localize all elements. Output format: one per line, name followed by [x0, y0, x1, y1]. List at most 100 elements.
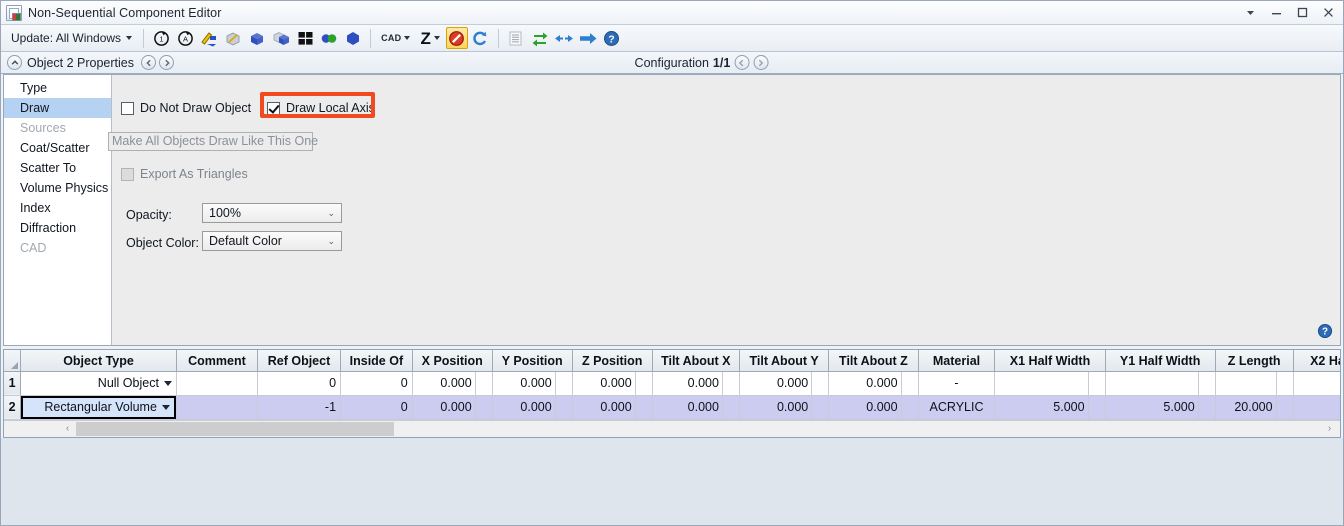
cell-tilt-about-y[interactable]: 0.000: [739, 371, 830, 396]
cell-ref-object[interactable]: -1: [257, 395, 342, 420]
collapse-arrows-icon[interactable]: [553, 27, 575, 49]
cell-tilt-about-x[interactable]: 0.000: [652, 395, 740, 420]
chevron-up-icon[interactable]: [7, 55, 22, 70]
scrollbar-thumb[interactable]: [76, 421, 394, 436]
cad-dropdown-icon[interactable]: CAD: [377, 27, 414, 49]
col-y1-half-width[interactable]: Y1 Half Width: [1105, 350, 1216, 372]
col-z-position[interactable]: Z Position: [572, 350, 653, 372]
chevron-left-icon[interactable]: [141, 55, 156, 70]
sidebar-item-diffraction[interactable]: Diffraction: [4, 218, 111, 238]
window-controls: [1237, 2, 1341, 24]
col-y-position[interactable]: Y Position: [492, 350, 573, 372]
table-row[interactable]: 2 Rectangular Volume -1 0 0.000 0.000 0.…: [4, 395, 1340, 420]
col-object-type[interactable]: Object Type: [20, 350, 177, 372]
cell-material[interactable]: -: [918, 371, 996, 396]
shaded-cube-icon[interactable]: [270, 27, 292, 49]
col-tilt-about-y[interactable]: Tilt About Y: [739, 350, 830, 372]
solid-cube-icon[interactable]: [246, 27, 268, 49]
cell-comment[interactable]: [176, 395, 258, 420]
sidebar-item-coat-scatter[interactable]: Coat/Scatter: [4, 138, 111, 158]
list-icon[interactable]: [505, 27, 527, 49]
hexagon-icon[interactable]: [342, 27, 364, 49]
close-icon[interactable]: [1315, 2, 1341, 24]
sidebar-item-type[interactable]: Type: [4, 78, 111, 98]
sidebar-item-scatter-to[interactable]: Scatter To: [4, 158, 111, 178]
cell-tilt-about-y[interactable]: 0.000: [739, 395, 830, 420]
cell-y1-half-width[interactable]: [1105, 371, 1216, 396]
col-x1-half-width[interactable]: X1 Half Width: [994, 350, 1106, 372]
col-x-position[interactable]: X Position: [412, 350, 493, 372]
object-type-value: Rectangular Volume: [44, 400, 157, 415]
cell-tilt-about-x[interactable]: 0.000: [652, 371, 740, 396]
cell-ref-object[interactable]: 0: [257, 371, 342, 396]
col-material[interactable]: Material: [918, 350, 996, 372]
cell-comment[interactable]: [176, 371, 258, 396]
cell-x2-half-width[interactable]: 5.000: [1293, 395, 1340, 420]
cell-y-position[interactable]: 0.000: [492, 371, 573, 396]
title-bar: Non-Sequential Component Editor: [1, 1, 1343, 25]
opacity-select[interactable]: 100% ⌄: [202, 203, 342, 223]
draw-settings-panel: Do Not Draw Object Draw Local Axis Make …: [108, 75, 1340, 346]
cell-x2-half-width[interactable]: [1293, 371, 1340, 396]
cell-x1-half-width[interactable]: [994, 371, 1106, 396]
minimize-icon[interactable]: [1263, 2, 1289, 24]
cell-z-length[interactable]: 20.000: [1215, 395, 1294, 420]
configuration-prev-icon[interactable]: [734, 55, 750, 70]
chevron-right-icon[interactable]: [159, 55, 174, 70]
scroll-right-icon[interactable]: ›: [1321, 420, 1338, 437]
row-number[interactable]: 1: [4, 371, 22, 396]
table-row[interactable]: 1 Null Object 0 0 0.000 0.000 0.000 0.00…: [4, 371, 1340, 396]
col-z-length[interactable]: Z Length: [1215, 350, 1294, 372]
col-tilt-about-z[interactable]: Tilt About Z: [828, 350, 919, 372]
cell-x-position[interactable]: 0.000: [412, 395, 493, 420]
two-circles-icon[interactable]: [318, 27, 340, 49]
refresh-arrow-icon[interactable]: [470, 27, 492, 49]
help-circle-icon[interactable]: ?: [1317, 323, 1333, 339]
cell-material[interactable]: ACRYLIC: [918, 395, 996, 420]
col-x2-half-width[interactable]: X2 Half Width: [1293, 350, 1340, 372]
cell-tilt-about-z[interactable]: 0.000: [828, 395, 919, 420]
update-dropdown-button[interactable]: Update: All Windows: [5, 31, 137, 45]
update-single-icon[interactable]: 1: [150, 27, 172, 49]
cell-y-position[interactable]: 0.000: [492, 395, 573, 420]
no-entry-icon[interactable]: [445, 27, 468, 49]
cell-z-position[interactable]: 0.000: [572, 395, 653, 420]
draw-local-axis-checkbox[interactable]: Draw Local Axis: [267, 101, 375, 115]
cell-inside-of[interactable]: 0: [340, 395, 413, 420]
cell-x1-half-width[interactable]: 5.000: [994, 395, 1106, 420]
next-arrow-icon[interactable]: [577, 27, 599, 49]
cell-tilt-about-z[interactable]: 0.000: [828, 371, 919, 396]
cell-z-position[interactable]: 0.000: [572, 371, 653, 396]
col-ref-object[interactable]: Ref Object: [257, 350, 342, 372]
horizontal-scrollbar[interactable]: ‹ ›: [4, 419, 1340, 437]
scroll-left-icon[interactable]: ‹: [59, 420, 76, 437]
four-pane-icon[interactable]: [294, 27, 316, 49]
z-dropdown-icon[interactable]: Z: [416, 27, 443, 49]
maximize-icon[interactable]: [1289, 2, 1315, 24]
update-all-icon[interactable]: A: [174, 27, 196, 49]
sidebar-item-volume-physics[interactable]: Volume Physics: [4, 178, 111, 198]
cell-object-type[interactable]: Null Object: [20, 371, 177, 396]
help-circle-icon[interactable]: ?: [601, 27, 623, 49]
cell-z-length[interactable]: [1215, 371, 1294, 396]
row-number[interactable]: 2: [4, 395, 22, 420]
do-not-draw-object-checkbox[interactable]: Do Not Draw Object: [121, 101, 251, 115]
cell-x-position[interactable]: 0.000: [412, 371, 493, 396]
cell-object-type[interactable]: Rectangular Volume: [20, 395, 177, 420]
dropdown-icon[interactable]: [1237, 2, 1263, 24]
swap-arrows-icon[interactable]: [529, 27, 551, 49]
edit-pencil-icon[interactable]: [198, 27, 220, 49]
sidebar-item-label: Sources: [20, 121, 66, 135]
configuration-next-icon[interactable]: [753, 55, 769, 70]
col-tilt-about-x[interactable]: Tilt About X: [652, 350, 740, 372]
object-wireframe-icon[interactable]: [222, 27, 244, 49]
col-inside-of[interactable]: Inside Of: [340, 350, 413, 372]
z-label: Z: [420, 28, 431, 48]
sidebar-item-draw[interactable]: Draw: [4, 98, 111, 118]
col-comment[interactable]: Comment: [176, 350, 258, 372]
cell-inside-of[interactable]: 0: [340, 371, 413, 396]
sidebar-item-index[interactable]: Index: [4, 198, 111, 218]
cell-y1-half-width[interactable]: 5.000: [1105, 395, 1216, 420]
object-color-select[interactable]: Default Color ⌄: [202, 231, 342, 251]
grid-corner-cell[interactable]: [4, 350, 22, 372]
